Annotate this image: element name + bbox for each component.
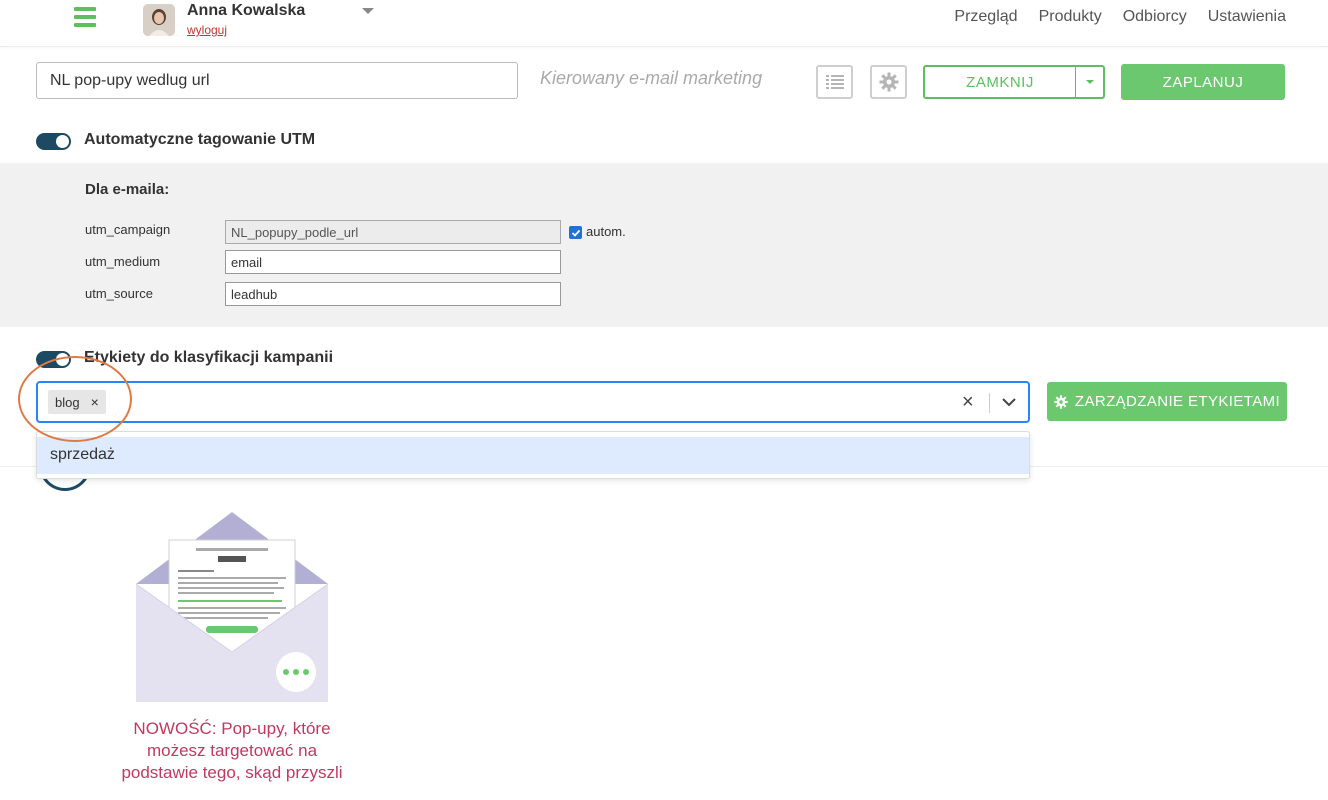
tag-chip-label: blog [55,394,80,410]
list-view-button[interactable] [816,65,853,99]
utm-toggle[interactable] [36,133,71,150]
promo-text[interactable]: NOWOŚĆ: Pop-upy, które możesz targetować… [110,718,354,784]
top-bar: Anna Kowalska wyloguj Przegląd Produkty … [0,0,1328,47]
schedule-button[interactable]: ZAPLANUJ [1121,64,1285,100]
auto-checkbox-label: autom. [586,224,626,239]
tag-chip-blog: blog × [48,390,106,414]
tags-section-title: Etykiety do klasyfikacji kampanii [84,349,334,366]
tags-toggle[interactable] [36,351,71,368]
check-icon [571,229,580,237]
list-icon [825,75,844,89]
nav-settings[interactable]: Ustawienia [1208,8,1286,26]
chevron-down-icon[interactable] [1001,392,1017,412]
utm-campaign-field[interactable] [225,220,561,244]
avatar [143,4,175,36]
utm-source-label: utm_source [85,286,153,301]
logout-link[interactable]: wyloguj [187,23,227,37]
dropdown-option[interactable]: sprzedaż [37,437,1029,474]
gear-icon [879,72,898,92]
gear-icon [1054,394,1068,409]
clear-selection-icon[interactable]: × [962,391,974,413]
main-nav: Przegląd Produkty Odbiorcy Ustawienia [954,8,1286,26]
manage-tags-button[interactable]: ZARZĄDZANIE ETYKIETAMI [1047,382,1287,421]
select-separator [989,393,990,413]
close-button[interactable]: ZAMKNIJ [923,65,1105,99]
utm-heading: Dla e-maila: [85,181,170,198]
auto-checkbox[interactable] [569,226,582,239]
close-button-label: ZAMKNIJ [966,73,1034,91]
envelope-illustration [136,512,328,702]
tags-select[interactable]: blog × × [36,381,1030,423]
nav-products[interactable]: Produkty [1039,8,1102,26]
manage-tags-label: ZARZĄDZANIE ETYKIETAMI [1074,393,1281,410]
user-name: Anna Kowalska [187,2,306,19]
campaign-name-input[interactable] [36,62,518,99]
user-menu-caret-icon[interactable] [362,8,374,14]
menu-icon[interactable] [74,7,96,27]
nav-audience[interactable]: Odbiorcy [1123,8,1187,26]
nav-overview[interactable]: Przegląd [954,8,1017,26]
utm-medium-field[interactable] [225,250,561,274]
remove-tag-icon[interactable]: × [86,394,106,410]
utm-source-field[interactable] [225,282,561,306]
utm-section-title: Automatyczne tagowanie UTM [84,131,316,148]
close-options-caret-icon[interactable] [1075,67,1103,97]
tags-dropdown-menu: sprzedaż [36,431,1030,479]
settings-button[interactable] [870,65,907,99]
utm-panel: Dla e-maila: utm_campaign autom. utm_med… [0,163,1328,327]
campaign-type-label: Kierowany e-mail marketing [540,68,763,88]
utm-medium-label: utm_medium [85,254,161,269]
utm-campaign-label: utm_campaign [85,222,171,237]
